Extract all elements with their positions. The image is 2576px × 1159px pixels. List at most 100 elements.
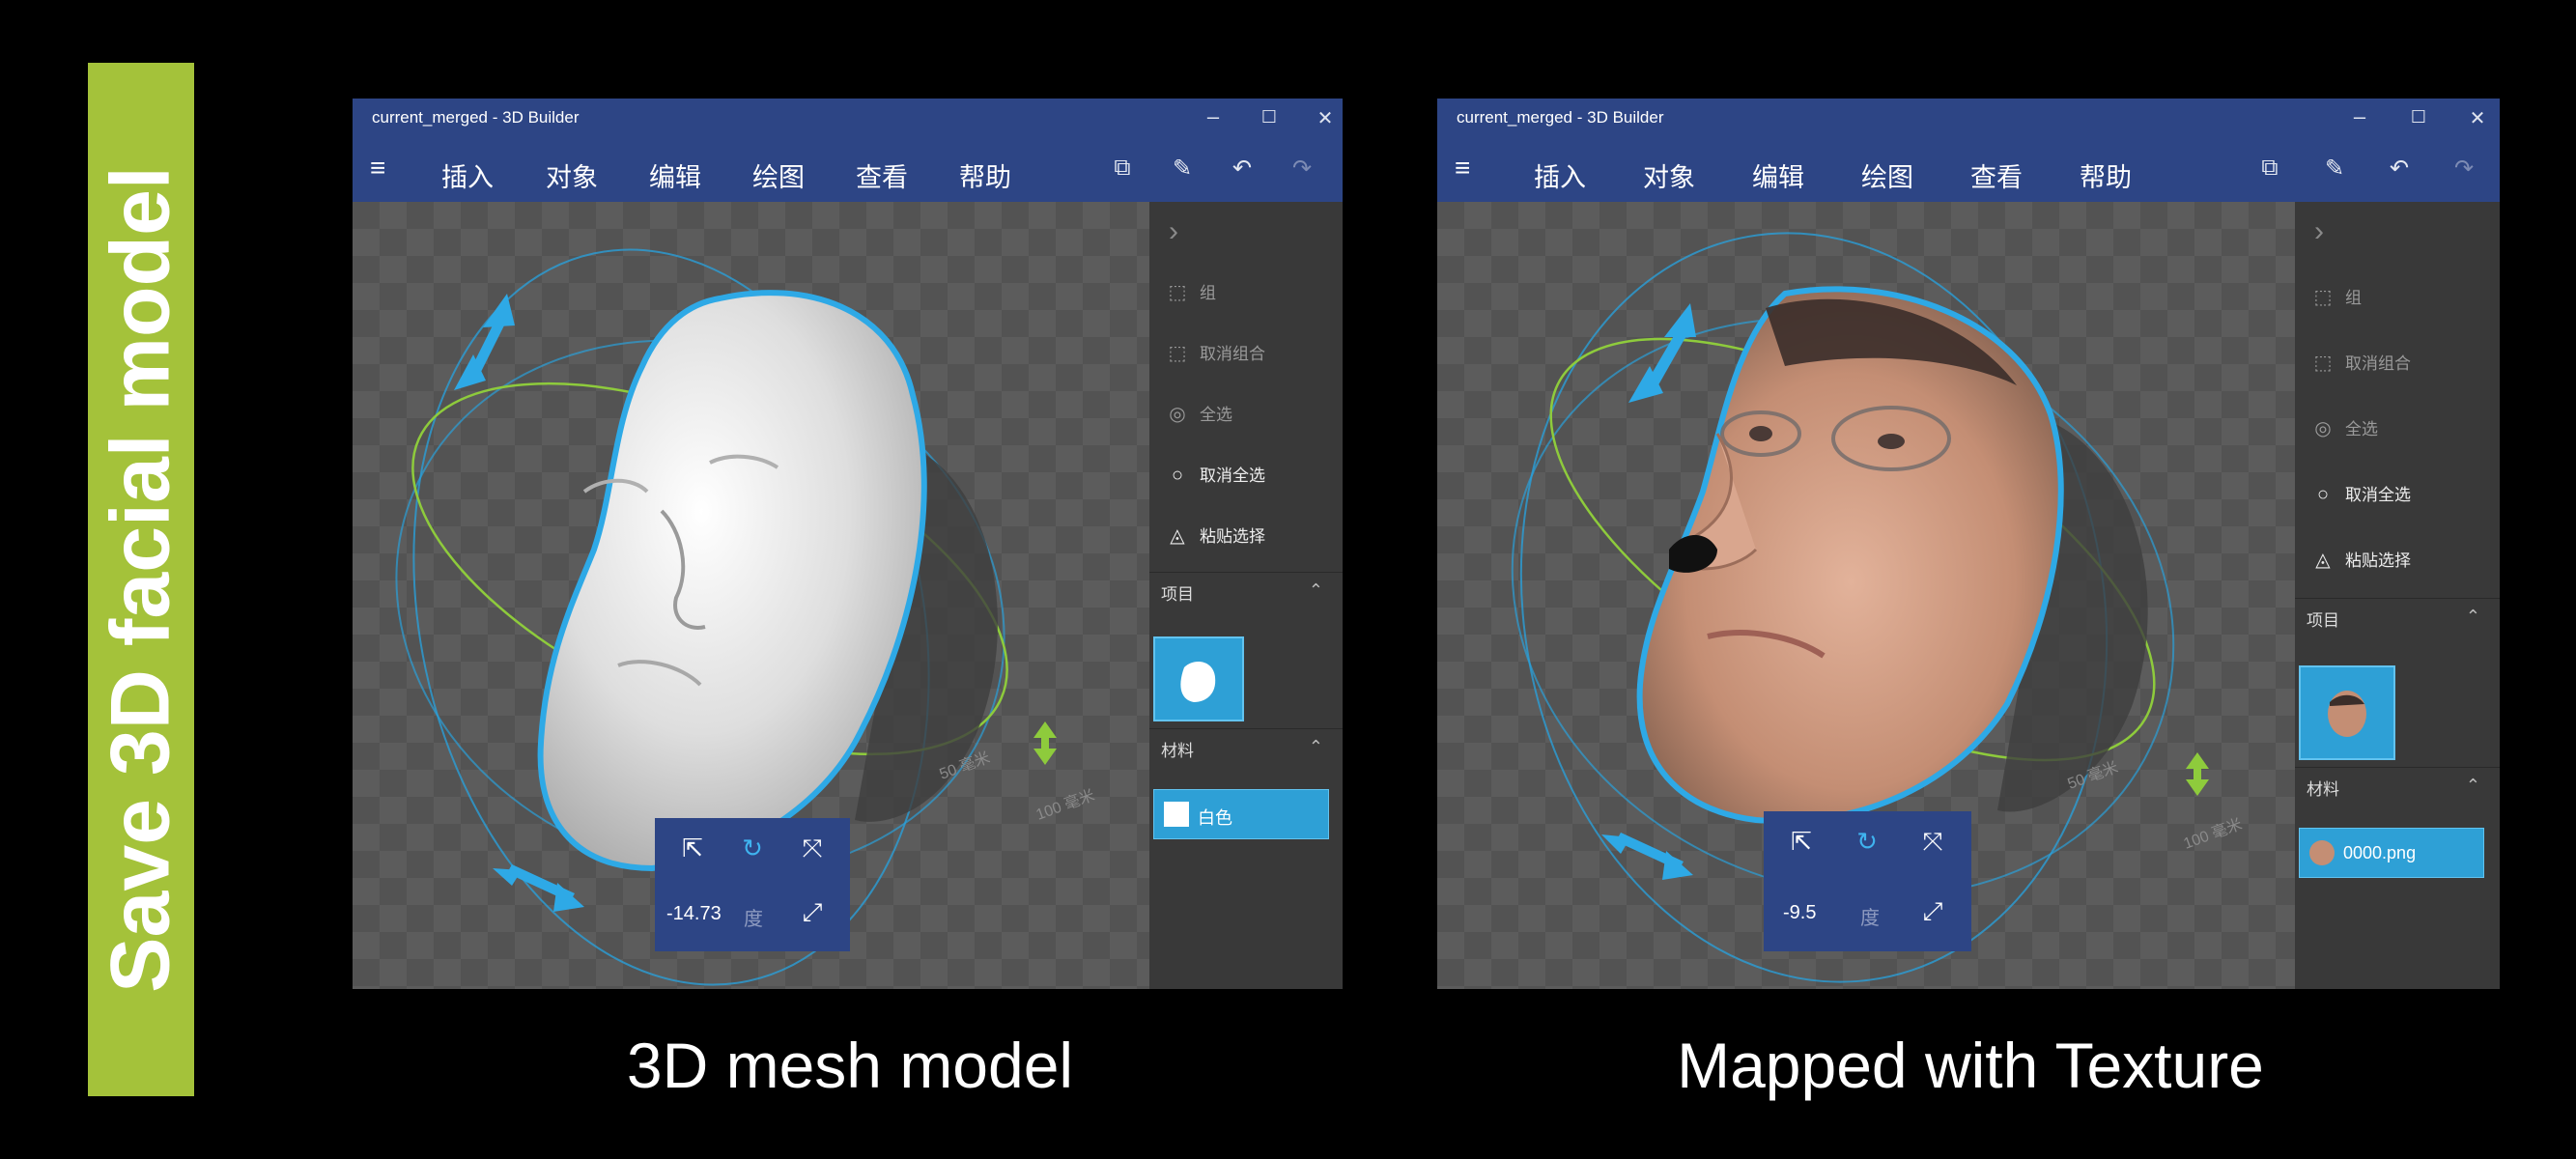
redo-icon[interactable]: ↷ [2448,155,2480,183]
materials-header: 材料 [1161,742,1194,760]
materials-header: 材料 [2307,780,2339,799]
undo-icon[interactable]: ↶ [1226,155,1259,183]
action-select-all[interactable]: ◎ 全选 [1167,401,1232,426]
redo-icon[interactable]: ↷ [1286,155,1318,183]
title-banner: Save 3D facial model [88,63,194,1096]
ungroup-icon: ⬚ [1168,343,1187,364]
ring-label-100: 100 毫米 [1033,785,1097,823]
chevron-up-icon: ⌃ [2465,776,2480,795]
close-button[interactable]: ✕ [1306,106,1343,130]
copy-view-icon[interactable]: ⧉ [1106,155,1139,182]
move-arrow-icon [1628,303,1696,403]
action-select-all-label: 全选 [2345,420,2378,438]
action-deselect-all[interactable]: ○ 取消全选 [1167,462,1265,487]
edit-icon[interactable]: ✎ [2318,155,2351,183]
materials-section-header[interactable]: 材料 ⌃ [1149,728,1343,768]
items-section-header[interactable]: 项目 ⌃ [2295,598,2500,637]
copy-view-icon[interactable]: ⧉ [2253,155,2286,182]
menu-object[interactable]: 对象 [546,156,598,194]
undo-icon[interactable]: ↶ [2383,155,2416,183]
chevron-up-icon: ⌃ [1308,737,1323,756]
menu-edit[interactable]: 编辑 [649,156,701,194]
materials-section-header[interactable]: 材料 ⌃ [2295,767,2500,806]
material-label: 0000.png [2343,843,2417,862]
rotation-value-input[interactable]: -14.73 [666,903,722,925]
material-white[interactable]: 白色 [1153,789,1329,839]
action-ungroup[interactable]: ⬚ 取消组合 [2312,350,2411,375]
material-swatch [1164,802,1189,827]
scale-arrow-icon [2186,752,2209,796]
select-all-icon: ◎ [2314,418,2332,439]
hamburger-menu-icon[interactable]: ≡ [370,153,385,184]
paste-selection-icon: ◬ [2315,550,2331,571]
axis-tool-icon[interactable]: ⤢ [796,897,829,928]
action-paste-selection-label: 粘贴选择 [2345,551,2411,570]
material-label: 白色 [1198,808,1232,828]
side-panel: › ⬚ 组 ⬚ 取消组合 ◎ 全选 ○ 取消全选 ◬ 粘贴选择 项目 ⌃ 材料 ⌃ 白色 [1149,202,1343,989]
window-textured: current_merged - 3D Builder – ☐ ✕ ≡ 插入 对… [1437,99,2500,989]
rotate-tool-icon[interactable]: ↻ [1851,827,1883,857]
menu-view[interactable]: 查看 [1970,156,2023,194]
action-group[interactable]: ⬚ 组 [2312,284,2362,309]
deselect-icon: ○ [1171,465,1184,486]
scale-tool-icon[interactable]: ⤧ [796,834,829,864]
scale-arrow-icon [1033,721,1057,765]
rotate-tool-icon[interactable]: ↻ [736,834,769,863]
scale-tool-icon[interactable]: ⤧ [1916,827,1949,858]
action-select-all-label: 全选 [1200,406,1232,424]
items-header: 项目 [2307,611,2339,630]
action-select-all[interactable]: ◎ 全选 [2312,415,2378,440]
action-paste-selection[interactable]: ◬ 粘贴选择 [2312,547,2411,572]
close-button[interactable]: ✕ [2458,106,2497,130]
rotation-toolbox: ⇱ ↻ ⤧ -9.5 度 ⤢ [1764,811,1971,951]
action-group-label: 组 [1200,284,1216,302]
panel-expand-icon[interactable]: › [2314,215,2324,248]
action-deselect-all-label: 取消全选 [1200,466,1265,485]
items-header: 项目 [1161,585,1194,604]
select-all-icon: ◎ [1169,404,1186,425]
menu-bar: ≡ 插入 对象 编辑 绘图 查看 帮助 ⧉ ✎ ↶ ↷ [353,139,1343,202]
move-tool-icon[interactable]: ⇱ [676,834,709,863]
action-paste-selection[interactable]: ◬ 粘贴选择 [1167,523,1265,548]
action-group-label: 组 [2345,289,2362,307]
mesh-thumbnail-icon [1180,662,1216,702]
deselect-icon: ○ [2316,484,2330,505]
menu-paint[interactable]: 绘图 [1861,156,1913,194]
menu-object[interactable]: 对象 [1643,156,1695,194]
action-deselect-all[interactable]: ○ 取消全选 [2312,481,2411,506]
move-tool-icon[interactable]: ⇱ [1785,827,1818,857]
rotation-value-input[interactable]: -9.5 [1783,902,1816,924]
rotate-arrow-icon [1601,833,1693,880]
caption-right: Mapped with Texture [1677,1030,2264,1101]
minimize-button[interactable]: – [2340,104,2379,129]
action-group[interactable]: ⬚ 组 [1167,279,1216,304]
ungroup-icon: ⬚ [2313,353,2333,374]
edit-icon[interactable]: ✎ [1166,155,1199,183]
side-panel: › ⬚ 组 ⬚ 取消组合 ◎ 全选 ○ 取消全选 ◬ 粘贴选择 项目 ⌃ 材料 ⌃ 000… [2295,202,2500,989]
item-thumbnail[interactable] [1153,636,1244,721]
material-texture[interactable]: 0000.png [2299,828,2484,878]
minimize-button[interactable]: – [1194,104,1232,129]
menu-insert[interactable]: 插入 [441,156,494,194]
axis-tool-icon[interactable]: ⤢ [1916,896,1949,927]
window-title: current_merged - 3D Builder [372,108,580,127]
items-section-header[interactable]: 项目 ⌃ [1149,572,1343,611]
item-thumbnail[interactable] [2299,665,2395,760]
menu-bar: ≡ 插入 对象 编辑 绘图 查看 帮助 ⧉ ✎ ↶ ↷ [1437,139,2500,202]
menu-paint[interactable]: 绘图 [752,156,805,194]
rotate-arrow-icon [493,864,584,912]
action-ungroup[interactable]: ⬚ 取消组合 [1167,340,1265,365]
menu-edit[interactable]: 编辑 [1752,156,1804,194]
menu-help[interactable]: 帮助 [959,156,1011,194]
menu-insert[interactable]: 插入 [1534,156,1586,194]
maximize-button[interactable]: ☐ [2399,107,2438,127]
maximize-button[interactable]: ☐ [1250,107,1288,127]
menu-view[interactable]: 查看 [856,156,908,194]
action-ungroup-label: 取消组合 [1200,345,1265,363]
chevron-up-icon: ⌃ [1308,580,1323,600]
panel-expand-icon[interactable]: › [1169,215,1178,248]
rotation-unit: 度 [1860,908,1880,929]
hamburger-menu-icon[interactable]: ≡ [1455,153,1470,184]
menu-help[interactable]: 帮助 [2080,156,2132,194]
paste-selection-icon: ◬ [1170,525,1185,547]
